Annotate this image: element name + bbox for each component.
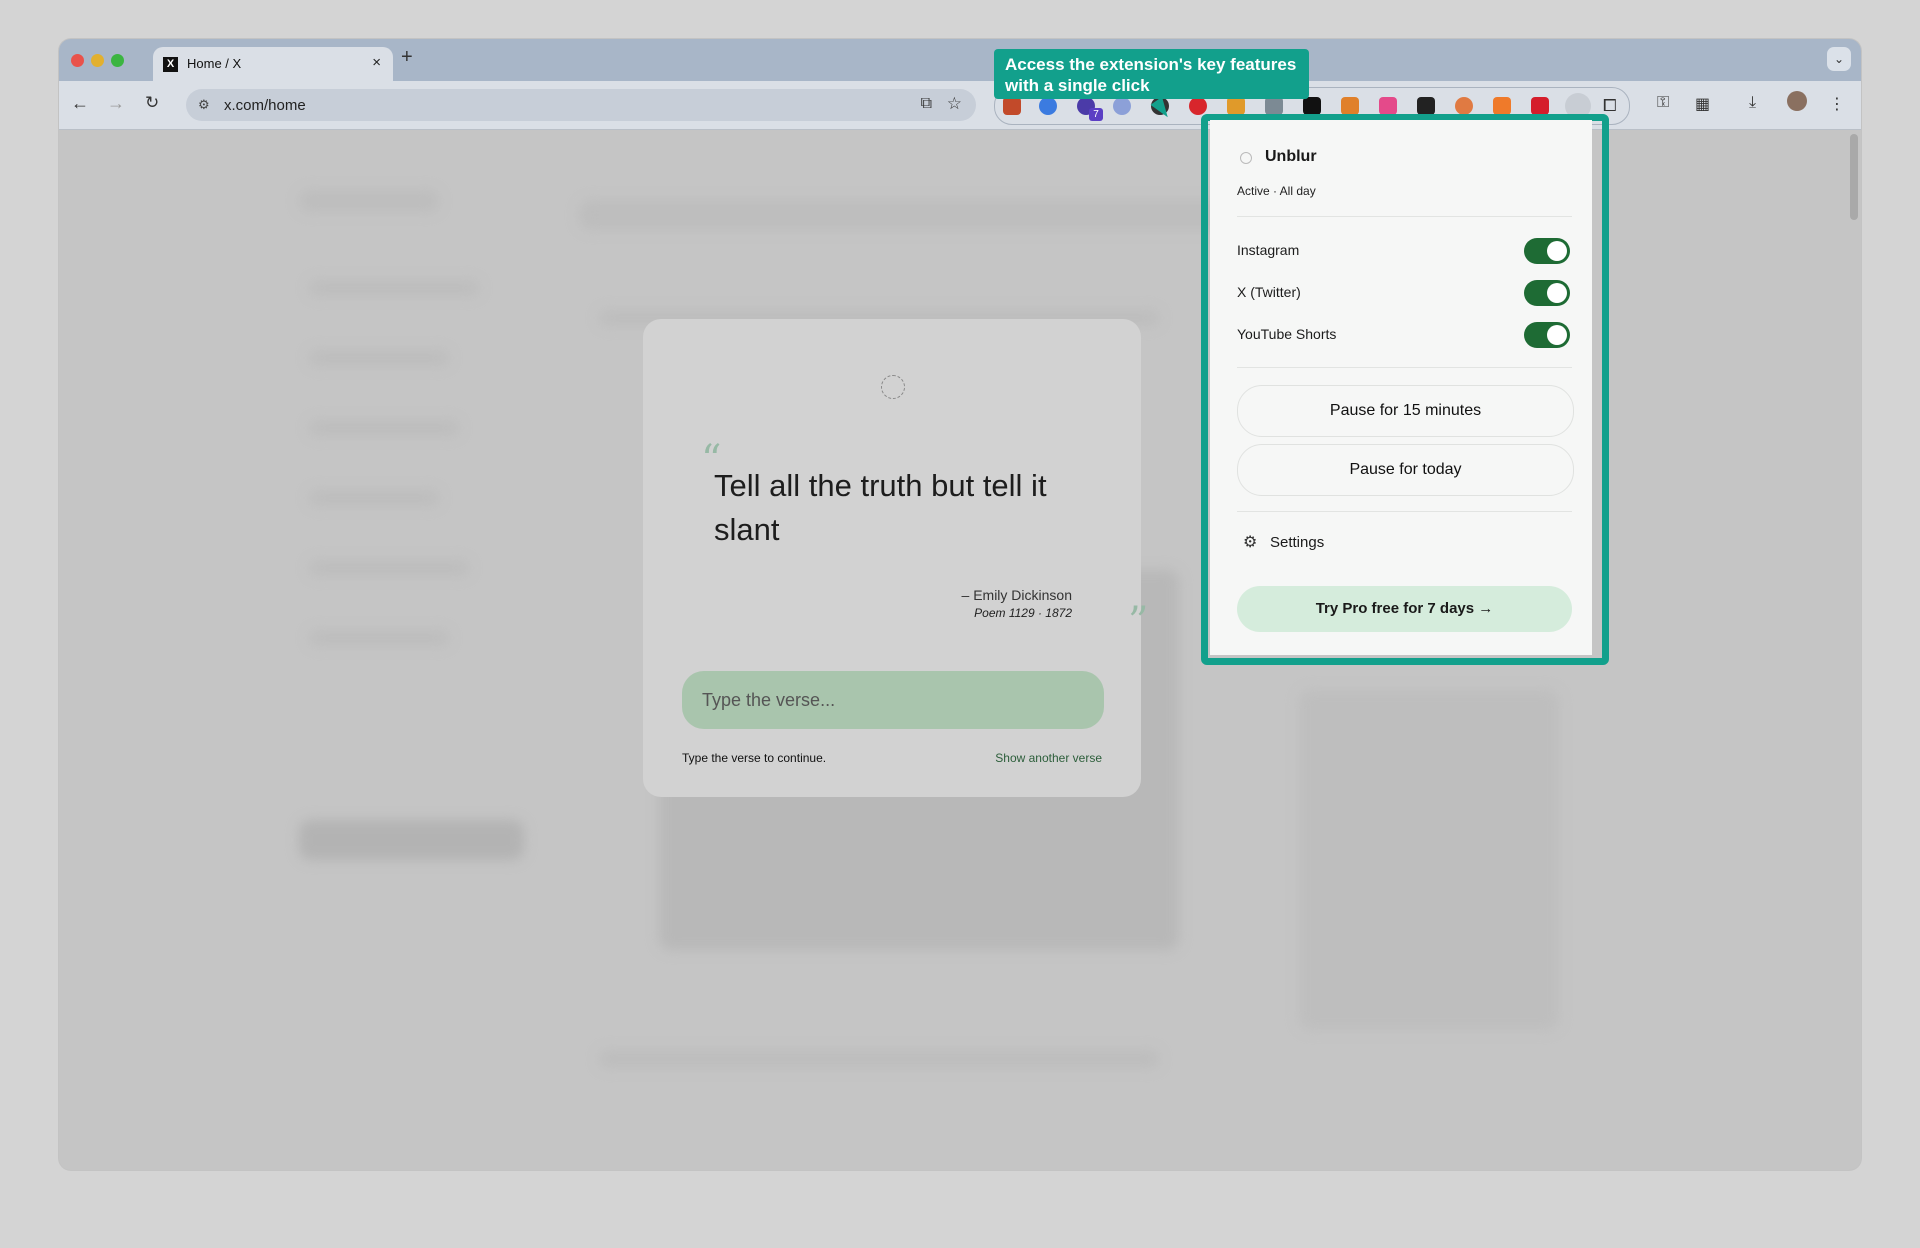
extension-icon[interactable] <box>1455 97 1473 115</box>
site-label-youtube-shorts: YouTube Shorts <box>1237 326 1337 342</box>
new-tab-button[interactable]: + <box>401 46 413 69</box>
blurred-content <box>309 490 439 506</box>
try-pro-button[interactable]: Try Pro free for 7 days → <box>1237 586 1572 632</box>
verse-hint: Type the verse to continue. <box>682 751 827 765</box>
scrollbar[interactable] <box>1850 134 1858 220</box>
profile-avatar[interactable] <box>1787 91 1807 111</box>
qr-code-icon[interactable]: ▦ <box>1695 94 1710 114</box>
blurred-content <box>579 200 1239 230</box>
feature-callout: Access the extension's key features with… <box>994 49 1309 99</box>
back-icon[interactable]: ← <box>71 93 89 114</box>
tab-strip: X Home / X × + ⌄ <box>59 39 1861 81</box>
site-label-x: X (Twitter) <box>1237 284 1301 300</box>
blurred-content <box>309 280 479 296</box>
verse-attribution: – Emily Dickinson <box>961 587 1072 603</box>
reload-icon[interactable]: ↻ <box>145 93 159 113</box>
opera-icon[interactable] <box>1189 97 1207 115</box>
address-bar[interactable]: ⚙ x.com/home ⧉ ☆ <box>186 89 976 121</box>
popup-title: Unblur <box>1265 148 1317 165</box>
extension-badge: 7 <box>1089 108 1103 121</box>
blurred-content <box>1299 690 1559 1030</box>
verse-citation: Poem 1129 · 1872 <box>974 606 1072 620</box>
divider <box>1237 367 1572 368</box>
install-app-icon[interactable]: ⧉ <box>921 95 932 113</box>
more-menu-icon[interactable]: ⋮ <box>1829 94 1845 114</box>
extensions-puzzle-icon[interactable]: ⧠ <box>1603 97 1621 115</box>
tab-search-button[interactable]: ⌄ <box>1827 47 1851 71</box>
x-logo-icon: X <box>163 57 178 72</box>
site-info-icon[interactable]: ⚙ <box>198 97 210 113</box>
blurred-content <box>299 820 524 860</box>
blurred-content <box>309 560 469 576</box>
show-another-verse-link[interactable]: Show another verse <box>995 751 1102 765</box>
extension-icon[interactable] <box>1417 97 1435 115</box>
extension-icon[interactable] <box>1265 97 1283 115</box>
extension-icon[interactable] <box>1039 97 1057 115</box>
extension-icon[interactable] <box>1113 97 1131 115</box>
bookmark-star-icon[interactable]: ☆ <box>947 94 962 114</box>
blurred-content <box>309 350 449 366</box>
blurred-content <box>309 630 449 646</box>
blurred-content <box>599 1050 1159 1068</box>
divider <box>1237 511 1572 512</box>
verse-input[interactable] <box>682 671 1104 729</box>
extension-icon[interactable] <box>1341 97 1359 115</box>
blurred-content <box>309 420 459 436</box>
tab-title: Home / X <box>187 56 242 71</box>
pause-15-minutes-button[interactable]: Pause for 15 minutes <box>1237 385 1574 437</box>
download-icon[interactable]: ⤓ <box>1749 94 1756 112</box>
toggle-x[interactable] <box>1524 280 1570 306</box>
status-dot-icon <box>1240 152 1252 164</box>
site-label-instagram: Instagram <box>1237 242 1300 258</box>
tab-close-icon[interactable]: × <box>372 54 381 71</box>
tab-home[interactable]: X Home / X × <box>153 47 393 81</box>
toggle-instagram[interactable] <box>1524 238 1570 264</box>
pause-today-button[interactable]: Pause for today <box>1237 444 1574 496</box>
divider <box>1237 216 1572 217</box>
url-text: x.com/home <box>224 97 306 114</box>
close-window-button[interactable] <box>71 54 84 67</box>
toggle-youtube-shorts[interactable] <box>1524 322 1570 348</box>
popup-status: Active · All day <box>1237 184 1316 198</box>
extension-icon[interactable] <box>1227 97 1245 115</box>
gear-icon[interactable]: ⚙ <box>1243 532 1257 552</box>
settings-link[interactable]: Settings <box>1270 534 1324 551</box>
verse-quote: Tell all the truth but tell it slant <box>714 468 1047 547</box>
extension-icon[interactable] <box>1303 97 1321 115</box>
unblur-popup: Unblur Active · All day Instagram X (Twi… <box>1210 120 1592 655</box>
minimize-window-button[interactable] <box>91 54 104 67</box>
extension-icon[interactable] <box>1531 97 1549 115</box>
forward-icon[interactable]: → <box>107 93 125 114</box>
loading-spinner-icon <box>881 375 905 399</box>
callout-text: Access the extension's key features with… <box>1005 55 1297 95</box>
extension-icon[interactable] <box>1379 97 1397 115</box>
verse-card: “ Tell all the truth but tell it slant –… <box>643 319 1148 797</box>
extension-icon[interactable] <box>1493 97 1511 115</box>
password-key-icon[interactable]: ⚿ <box>1657 94 1669 112</box>
extension-icon[interactable] <box>1003 97 1021 115</box>
maximize-window-button[interactable] <box>111 54 124 67</box>
close-quote-mark: ” <box>1128 599 1149 645</box>
blurred-content <box>299 190 439 212</box>
